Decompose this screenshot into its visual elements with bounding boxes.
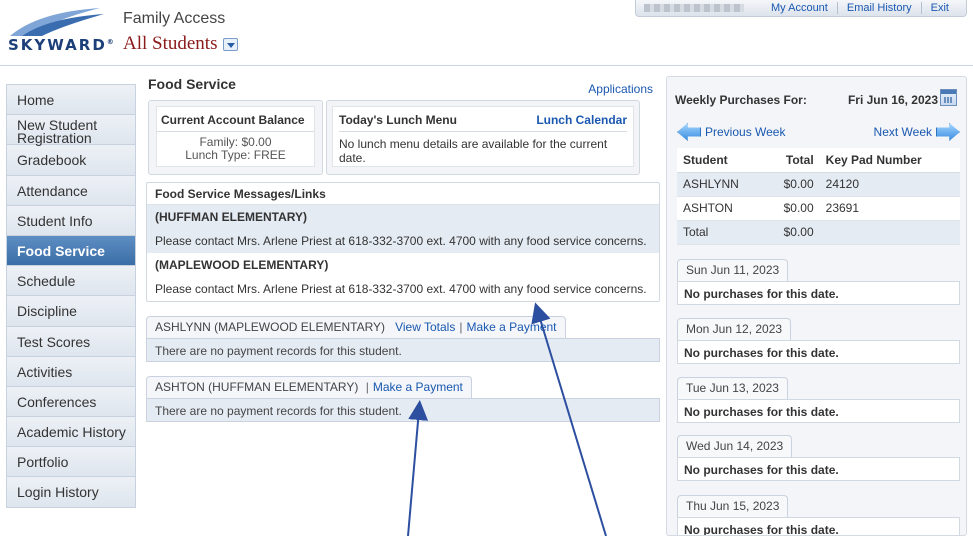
- weekly-purchases-title: Weekly Purchases For:: [675, 93, 807, 107]
- family-balance-value: $0.00: [241, 135, 272, 149]
- lunch-type: Lunch Type: FREE: [185, 148, 286, 162]
- sidebar-item-food-service[interactable]: Food Service: [7, 234, 135, 266]
- sidebar-item-attendance[interactable]: Attendance: [7, 174, 135, 205]
- table-row: ASHTON $0.00 23691: [677, 196, 960, 221]
- weekly-date: Fri Jun 16, 2023: [847, 93, 938, 107]
- make-payment-link-ashlynn[interactable]: Make a Payment: [466, 320, 556, 334]
- column-header: Total: [765, 148, 820, 173]
- student-tab-ashton: ASHTON (HUFFMAN ELEMENTARY) | Make a Paym…: [146, 376, 472, 398]
- sidebar-item-home[interactable]: Home: [7, 84, 135, 115]
- messages-title: Food Service Messages/Links: [147, 183, 659, 205]
- day-tab: Wed Jun 14, 2023: [677, 435, 793, 457]
- day-purchases: No purchases for this date.: [677, 340, 960, 364]
- sidebar-item-conferences[interactable]: Conferences: [7, 385, 135, 417]
- lunch-menu-panel: Today's Lunch Menu Lunch Calendar No lun…: [326, 100, 640, 175]
- app-title: Family Access: [123, 10, 226, 27]
- swoosh-icon: [10, 8, 104, 36]
- column-header: Key Pad Number: [819, 148, 960, 173]
- message-school-maplewood: (MAPLEWOOD ELEMENTARY): [155, 258, 329, 272]
- column-header: Student: [677, 148, 766, 173]
- page-title: Food Service: [148, 76, 236, 92]
- calendar-icon[interactable]: [940, 89, 957, 106]
- payment-records-ashlynn: There are no payment records for this st…: [146, 338, 660, 362]
- sidebar-item-portfolio[interactable]: Portfolio: [7, 446, 135, 477]
- student-filter-value: All Students: [123, 33, 218, 54]
- sidebar-item-academic-history[interactable]: Academic History: [7, 416, 135, 447]
- lunch-type-value: FREE: [253, 148, 286, 162]
- account-balance-panel: Current Account Balance Family: $0.00 Lu…: [148, 100, 323, 175]
- next-week-link[interactable]: Next Week: [874, 123, 960, 141]
- day-purchases: No purchases for this date.: [677, 457, 960, 481]
- table-row: ASHLYNN $0.00 24120: [677, 172, 960, 197]
- table-row: Total $0.00: [677, 220, 960, 245]
- skyward-logo[interactable]: SKYWARD®: [8, 6, 114, 56]
- sidebar-item-activities[interactable]: Activities: [7, 355, 135, 386]
- message-school-huffman: (HUFFMAN ELEMENTARY): [147, 205, 659, 229]
- student-tab-ashlynn: ASHLYNN (MAPLEWOOD ELEMENTARY) View Tota…: [146, 316, 566, 338]
- day-purchases: No purchases for this date.: [677, 517, 960, 535]
- my-account-link[interactable]: My Account: [762, 2, 837, 14]
- annotation-arrow-make-payment: [407, 400, 429, 536]
- student-name: ASHLYNN (MAPLEWOOD ELEMENTARY): [155, 320, 386, 334]
- message-text-huffman: Please contact Mrs. Arlene Priest at 618…: [147, 229, 659, 253]
- view-totals-link[interactable]: View Totals: [395, 320, 455, 334]
- sidebar-item-gradebook[interactable]: Gradebook: [7, 144, 135, 175]
- lunch-calendar-link[interactable]: Lunch Calendar: [536, 113, 627, 127]
- sidebar-item-schedule[interactable]: Schedule: [7, 265, 135, 296]
- arrow-right-icon: [936, 123, 960, 141]
- student-name: ASHTON (HUFFMAN ELEMENTARY): [155, 380, 359, 394]
- email-history-link[interactable]: Email History: [836, 2, 921, 14]
- day-tab: Sun Jun 11, 2023: [677, 259, 789, 281]
- lunch-menu-text: No lunch menu details are available for …: [339, 137, 608, 165]
- day-tab: Tue Jun 13, 2023: [677, 377, 788, 399]
- sidebar-item-new-student-registration[interactable]: New Student Registration: [7, 114, 135, 145]
- student-filter-select[interactable]: All Students: [123, 33, 239, 55]
- day-tab: Mon Jun 12, 2023: [677, 318, 792, 340]
- account-balance-title: Current Account Balance: [157, 107, 314, 132]
- make-payment-link-ashton[interactable]: Make a Payment: [373, 380, 463, 394]
- previous-week-link[interactable]: Previous Week: [677, 123, 785, 141]
- header: SKYWARD® Family Access All Students My A…: [0, 0, 973, 66]
- payment-records-ashton: There are no payment records for this st…: [146, 398, 660, 422]
- sidebar-item-student-info[interactable]: Student Info: [7, 204, 135, 235]
- day-purchases: No purchases for this date.: [677, 399, 960, 423]
- exit-link[interactable]: Exit: [920, 2, 958, 14]
- message-text-maplewood: Please contact Mrs. Arlene Priest at 618…: [155, 282, 647, 296]
- logo-text: SKYWARD: [8, 36, 107, 54]
- day-tab: Thu Jun 15, 2023: [677, 495, 789, 517]
- table-header: Student Total Key Pad Number: [677, 148, 960, 173]
- user-name-redacted: [644, 4, 744, 12]
- sidebar-item-discipline[interactable]: Discipline: [7, 295, 135, 326]
- food-service-messages: Food Service Messages/Links (HUFFMAN ELE…: [146, 182, 660, 302]
- week-nav: Previous Week Next Week: [677, 123, 960, 143]
- lunch-menu-title: Today's Lunch Menu: [339, 113, 457, 127]
- sidebar-nav: Home New Student Registration Gradebook …: [6, 84, 136, 508]
- weekly-purchases-table: Student Total Key Pad Number ASHLYNN $0.…: [677, 148, 960, 245]
- day-purchases: No purchases for this date.: [677, 281, 960, 305]
- weekly-purchases-panel: Weekly Purchases For: Fri Jun 16, 2023 P…: [666, 76, 967, 536]
- sidebar-item-login-history[interactable]: Login History: [7, 476, 135, 507]
- sidebar-item-test-scores[interactable]: Test Scores: [7, 325, 135, 356]
- top-links: My Account Email History Exit: [635, 0, 967, 17]
- applications-link[interactable]: Applications: [588, 82, 653, 96]
- arrow-left-icon: [677, 123, 701, 141]
- chevron-down-icon[interactable]: [223, 37, 239, 51]
